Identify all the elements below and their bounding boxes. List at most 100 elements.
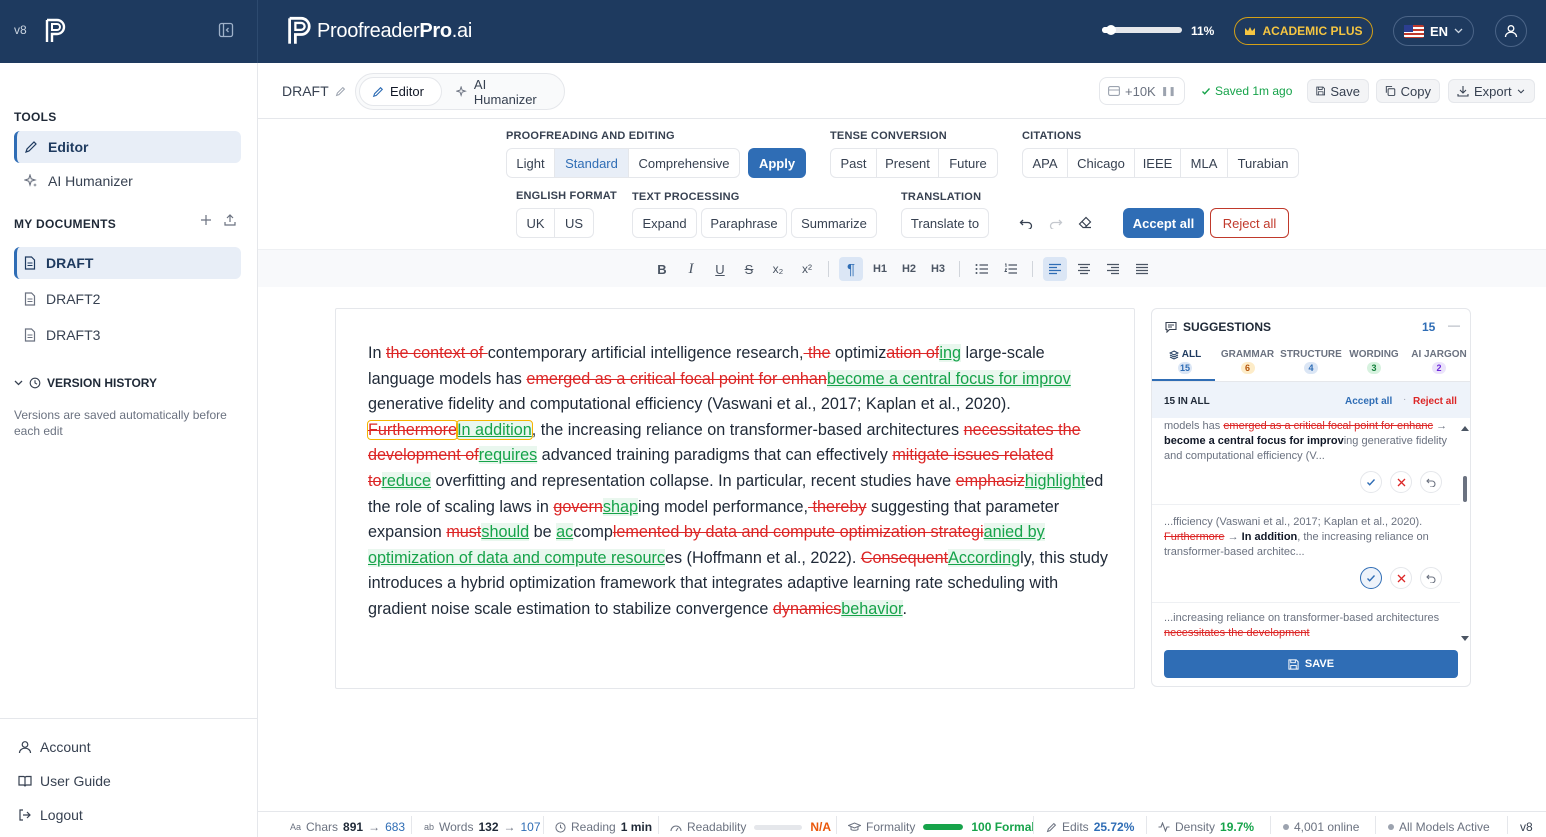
tracked-deletion[interactable]: must xyxy=(446,523,481,541)
citation-mla[interactable]: MLA xyxy=(1181,149,1228,177)
strikethrough-icon[interactable]: S xyxy=(737,257,761,281)
tracked-insertion[interactable]: reduce xyxy=(381,471,432,490)
version-history-toggle[interactable]: VERSION HISTORY xyxy=(14,376,157,390)
level-comprehensive[interactable]: Comprehensive xyxy=(629,149,739,177)
summarize-button[interactable]: Summarize xyxy=(791,208,877,238)
tracked-insertion[interactable]: ac xyxy=(556,523,574,542)
accept-suggestion-button[interactable] xyxy=(1360,567,1382,589)
export-button[interactable]: Export xyxy=(1448,79,1535,103)
redo-icon[interactable] xyxy=(1049,216,1063,234)
align-justify-icon[interactable] xyxy=(1130,257,1154,281)
citation-ieee[interactable]: IEEE xyxy=(1135,149,1181,177)
tracked-insertion[interactable]: requires xyxy=(478,446,538,465)
upload-document-icon[interactable] xyxy=(223,213,237,232)
suggestions-save-button[interactable]: SAVE xyxy=(1164,650,1458,678)
tracked-insertion[interactable]: become a central focus for improv xyxy=(826,369,1071,388)
accept-all-button[interactable]: Accept all xyxy=(1123,208,1204,238)
tracked-deletion[interactable]: emerged as a critical focal point for en… xyxy=(526,370,827,388)
document-editor[interactable]: In the context of contemporary artificia… xyxy=(335,308,1135,689)
revert-suggestion-button[interactable] xyxy=(1420,471,1442,493)
tracked-deletion[interactable]: dynamics xyxy=(773,600,841,618)
tracked-deletion[interactable]: Furthermore xyxy=(366,419,459,440)
reject-suggestion-button[interactable] xyxy=(1390,471,1412,493)
numbered-list-icon[interactable] xyxy=(999,257,1023,281)
citation-turabian[interactable]: Turabian xyxy=(1228,149,1298,177)
accept-suggestion-button[interactable] xyxy=(1360,471,1382,493)
expand-button[interactable]: Expand xyxy=(632,208,697,238)
apply-button[interactable]: Apply xyxy=(748,148,806,178)
suggestion-tab-grammar[interactable]: GRAMMAR 6 xyxy=(1216,349,1279,374)
panel-accept-all-link[interactable]: Accept all xyxy=(1345,396,1392,407)
app-logo-icon[interactable] xyxy=(45,18,67,49)
tracked-deletion[interactable]: ation of xyxy=(886,344,939,362)
document-item-draft3[interactable]: DRAFT3 xyxy=(14,319,241,351)
brand-logo[interactable]: Proofreader Pro .ai xyxy=(287,16,472,46)
minimize-panel-icon[interactable]: — xyxy=(1448,318,1460,332)
collapse-sidebar-icon[interactable] xyxy=(218,22,234,43)
english-us[interactable]: US xyxy=(555,209,593,237)
tab-editor[interactable]: Editor xyxy=(359,77,442,106)
logout-link[interactable]: Logout xyxy=(18,807,83,823)
tab-ai-humanizer[interactable]: AI Humanizer xyxy=(444,77,564,107)
align-left-icon[interactable] xyxy=(1043,257,1067,281)
level-standard[interactable]: Standard xyxy=(555,149,629,177)
user-guide-link[interactable]: User Guide xyxy=(18,773,111,789)
undo-icon[interactable] xyxy=(1019,216,1033,234)
tracked-insertion[interactable]: In addition xyxy=(456,419,533,440)
paraphrase-button[interactable]: Paraphrase xyxy=(701,208,787,238)
bullet-list-icon[interactable] xyxy=(970,257,994,281)
sidebar-item-editor[interactable]: Editor xyxy=(14,131,241,163)
tracked-deletion[interactable]: govern xyxy=(553,498,603,516)
paragraph-icon[interactable]: ¶ xyxy=(839,257,863,281)
tense-future[interactable]: Future xyxy=(939,149,997,177)
reject-suggestion-button[interactable] xyxy=(1390,567,1412,589)
superscript-icon[interactable]: x² xyxy=(795,257,819,281)
tracked-insertion[interactable]: highlight xyxy=(1024,471,1086,490)
align-center-icon[interactable] xyxy=(1072,257,1096,281)
english-uk[interactable]: UK xyxy=(517,209,555,237)
tracked-insertion[interactable]: should xyxy=(481,523,530,542)
suggestion-tab-structure[interactable]: STRUCTURE 4 xyxy=(1279,349,1343,374)
tracked-deletion[interactable]: thereby xyxy=(808,498,867,516)
translate-to-button[interactable]: Translate to xyxy=(901,208,989,238)
italic-icon[interactable]: I xyxy=(679,257,703,281)
suggestion-tab-wording[interactable]: WORDING 3 xyxy=(1343,349,1405,374)
tracked-deletion[interactable]: the context of xyxy=(386,344,488,362)
subscript-icon[interactable]: x₂ xyxy=(766,257,790,281)
sidebar-item-ai-humanizer[interactable]: AI Humanizer xyxy=(14,165,241,197)
tracked-insertion[interactable]: behavior xyxy=(841,599,903,618)
document-name[interactable]: DRAFT xyxy=(282,83,346,99)
language-selector[interactable]: EN xyxy=(1393,16,1474,46)
account-link[interactable]: Account xyxy=(18,739,91,755)
tracked-deletion[interactable]: lemented by data and compute optimizatio… xyxy=(613,523,984,541)
suggestion-item[interactable]: ...fficiency (Vaswani et al., 2017; Kapl… xyxy=(1164,515,1454,560)
tracked-deletion[interactable]: Consequent xyxy=(861,549,948,567)
bold-icon[interactable]: B xyxy=(650,257,674,281)
level-light[interactable]: Light xyxy=(507,149,555,177)
tracked-insertion[interactable]: According xyxy=(948,548,1021,567)
suggestion-item[interactable]: models has emerged as a critical focal p… xyxy=(1164,419,1454,464)
document-item-draft2[interactable]: DRAFT2 xyxy=(14,283,241,315)
tense-past[interactable]: Past xyxy=(831,149,877,177)
save-button[interactable]: Save xyxy=(1307,79,1369,103)
tense-present[interactable]: Present xyxy=(877,149,939,177)
tracked-deletion[interactable]: the xyxy=(804,344,831,362)
suggestion-item[interactable]: ...increasing reliance on transformer-ba… xyxy=(1164,611,1454,641)
eraser-icon[interactable] xyxy=(1078,215,1093,234)
suggestions-scrollbar[interactable] xyxy=(1460,424,1470,644)
tracked-insertion[interactable]: ing xyxy=(939,344,962,362)
word-limit-button[interactable]: +10K ❚❚ xyxy=(1099,77,1185,105)
revert-suggestion-button[interactable] xyxy=(1420,567,1442,589)
reject-all-button[interactable]: Reject all xyxy=(1210,208,1289,238)
user-menu-button[interactable] xyxy=(1495,15,1527,47)
suggestion-tab-all[interactable]: ALL 15 xyxy=(1155,349,1215,374)
tracked-insertion[interactable]: shap xyxy=(602,497,638,516)
align-right-icon[interactable] xyxy=(1101,257,1125,281)
citation-chicago[interactable]: Chicago xyxy=(1068,149,1135,177)
citation-apa[interactable]: APA xyxy=(1023,149,1068,177)
document-item-draft[interactable]: DRAFT xyxy=(14,247,241,279)
tracked-deletion[interactable]: emphasiz xyxy=(956,472,1025,490)
heading1-button[interactable]: H1 xyxy=(868,257,892,281)
heading3-button[interactable]: H3 xyxy=(926,257,950,281)
panel-reject-all-link[interactable]: Reject all xyxy=(1413,396,1457,407)
